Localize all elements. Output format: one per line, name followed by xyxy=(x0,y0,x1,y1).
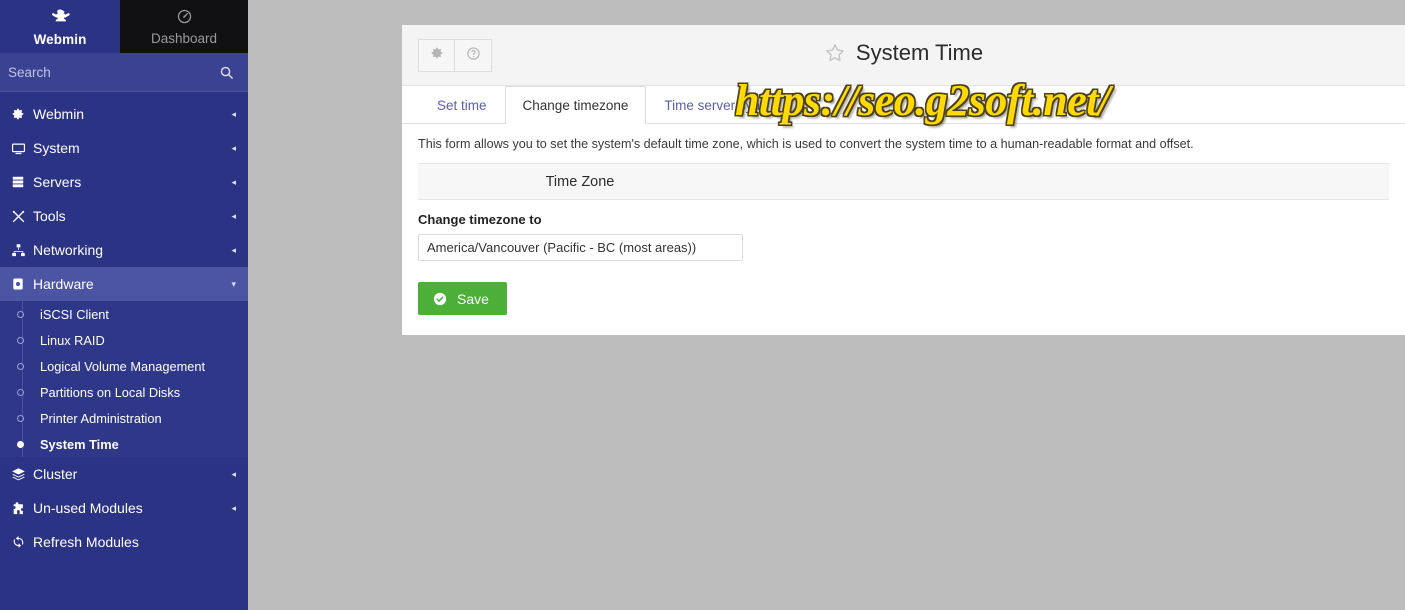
tab-set-time[interactable]: Set time xyxy=(419,86,505,123)
monitor-icon xyxy=(11,141,33,156)
tools-icon xyxy=(11,209,33,224)
chevron-left-icon: ◂ xyxy=(231,142,236,153)
gear-icon xyxy=(430,46,444,65)
form-actions: Save xyxy=(402,261,1405,315)
sidebar-item-cluster[interactable]: Cluster ◂ xyxy=(0,457,248,491)
sidebar-item-label: Servers xyxy=(33,174,82,190)
sidebar-subitem-system-time[interactable]: System Time xyxy=(0,431,248,457)
chevron-left-icon: ◂ xyxy=(231,210,236,221)
sidebar-item-label: Networking xyxy=(33,242,104,258)
panel-toolbar: System Time xyxy=(402,25,1405,86)
search-input[interactable] xyxy=(8,64,219,80)
bullet-icon xyxy=(17,310,24,318)
bullet-icon xyxy=(17,388,24,396)
sidebar-item-servers[interactable]: Servers ◂ xyxy=(0,165,248,199)
refresh-icon xyxy=(11,535,33,550)
chevron-left-icon: ◂ xyxy=(231,108,236,119)
sidebar-header: Webmin Dashboard xyxy=(0,0,248,53)
bullet-icon xyxy=(17,336,24,344)
layers-icon xyxy=(11,467,33,482)
timezone-select[interactable]: America/Vancouver (Pacific - BC (most ar… xyxy=(418,234,743,261)
sidebar-submenu-hardware: iSCSI Client Linux RAID Logical Volume M… xyxy=(0,301,248,457)
bullet-icon xyxy=(17,362,24,370)
star-outline-icon[interactable] xyxy=(824,42,846,64)
sidebar-item-un-used-modules[interactable]: Un-used Modules ◂ xyxy=(0,491,248,525)
gear-icon xyxy=(11,107,33,121)
brand-label: Webmin xyxy=(33,31,87,47)
page-title-text: System Time xyxy=(855,40,984,65)
search-icon[interactable] xyxy=(219,65,234,80)
chevron-left-icon: ◂ xyxy=(231,468,236,479)
search-bar[interactable] xyxy=(0,53,248,92)
server-icon xyxy=(11,175,33,189)
help-button[interactable] xyxy=(455,39,492,72)
sidebar-item-label: Refresh Modules xyxy=(33,534,139,550)
content-panel: System Time Set time Change timezone Tim… xyxy=(402,25,1405,335)
sidebar-subitem-label: Linux RAID xyxy=(40,332,105,348)
chevron-down-icon: ▾ xyxy=(231,278,236,289)
sidebar-subitem-linux-raid[interactable]: Linux RAID xyxy=(0,327,248,353)
sidebar: Webmin Dashboard Search Webmin ◂ System … xyxy=(0,0,248,610)
tab-bar: Set time Change timezone Time server syn… xyxy=(402,86,1405,124)
sidebar-subitem-printer-administration[interactable]: Printer Administration xyxy=(0,405,248,431)
sidebar-subitem-partitions-on-local-disks[interactable]: Partitions on Local Disks xyxy=(0,379,248,405)
hardware-icon xyxy=(11,277,33,291)
sidebar-item-hardware[interactable]: Hardware ▾ xyxy=(0,267,248,301)
sidebar-item-webmin[interactable]: Webmin ◂ xyxy=(0,97,248,131)
chevron-left-icon: ◂ xyxy=(231,176,236,187)
puzzle-icon xyxy=(11,501,33,516)
sidebar-item-system[interactable]: System ◂ xyxy=(0,131,248,165)
timezone-field-label: Change timezone to xyxy=(418,212,542,227)
help-circle-icon xyxy=(466,46,481,66)
sidebar-subitem-label: iSCSI Client xyxy=(40,306,109,322)
dashboard-gauge-icon xyxy=(176,8,193,29)
sidebar-subitem-label: System Time xyxy=(40,436,119,452)
bullet-icon xyxy=(17,414,24,422)
webmin-logo-icon xyxy=(50,7,70,31)
chevron-left-icon: ◂ xyxy=(231,502,236,513)
form-description: This form allows you to set the system's… xyxy=(418,137,1194,151)
check-circle-icon xyxy=(432,291,448,307)
dashboard-label: Dashboard xyxy=(150,30,218,46)
module-config-button[interactable] xyxy=(418,39,455,72)
brand-webmin[interactable]: Webmin xyxy=(0,0,120,53)
sidebar-item-refresh-modules[interactable]: Refresh Modules xyxy=(0,525,248,559)
sidebar-item-dashboard[interactable]: Dashboard xyxy=(120,0,248,53)
sidebar-item-label: System xyxy=(33,140,80,156)
page-title: System Time xyxy=(402,40,1405,66)
toolbar-button-group xyxy=(418,39,492,72)
section-header-label: Time Zone xyxy=(545,173,615,190)
sidebar-item-label: Tools xyxy=(33,208,66,224)
sidebar-nav: Webmin ◂ System ◂ Servers ◂ Tools ◂ Netw… xyxy=(0,92,248,559)
tab-time-server-sync[interactable]: Time server sync xyxy=(646,86,784,123)
sidebar-subitem-label: Partitions on Local Disks xyxy=(40,384,181,400)
chevron-left-icon: ◂ xyxy=(231,244,236,255)
tab-change-timezone[interactable]: Change timezone xyxy=(504,86,647,124)
section-header-time-zone: Time Zone xyxy=(418,163,1389,200)
sidebar-item-label: Hardware xyxy=(33,276,94,292)
sidebar-subitem-logical-volume-management[interactable]: Logical Volume Management xyxy=(0,353,248,379)
sidebar-item-tools[interactable]: Tools ◂ xyxy=(0,199,248,233)
timezone-field-block: Change timezone to America/Vancouver (Pa… xyxy=(402,200,1405,261)
sidebar-subitem-label: Printer Administration xyxy=(40,410,162,426)
sidebar-item-label: Un-used Modules xyxy=(33,500,143,516)
sidebar-item-networking[interactable]: Networking ◂ xyxy=(0,233,248,267)
sidebar-item-label: Webmin xyxy=(33,106,85,122)
save-button[interactable]: Save xyxy=(418,282,507,315)
network-icon xyxy=(11,243,33,258)
sidebar-subitem-label: Logical Volume Management xyxy=(40,358,206,374)
sidebar-item-label: Cluster xyxy=(33,466,78,482)
sidebar-subitem-iscsi-client[interactable]: iSCSI Client xyxy=(0,301,248,327)
bullet-icon xyxy=(17,440,24,448)
save-button-label: Save xyxy=(457,290,489,307)
